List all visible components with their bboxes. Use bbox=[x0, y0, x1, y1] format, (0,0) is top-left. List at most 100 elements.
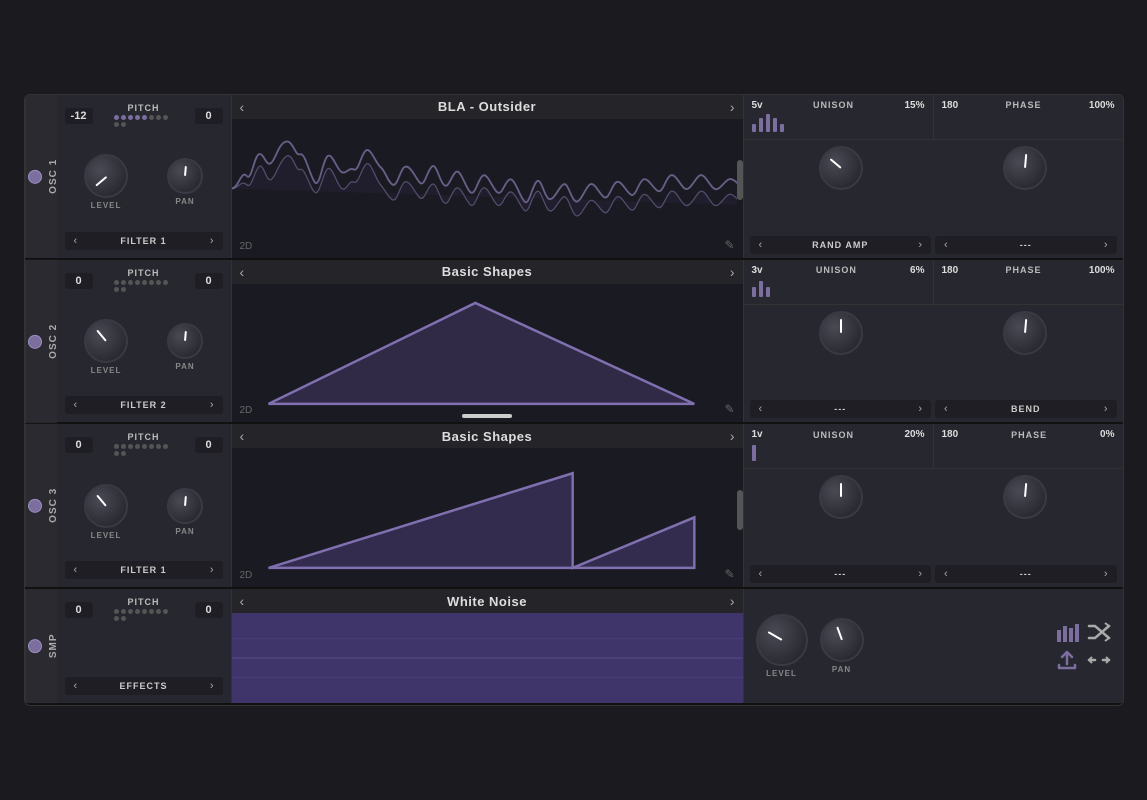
osc2-wave-canvas[interactable]: 2D ✎ bbox=[232, 284, 743, 423]
smp-pitch-left[interactable]: 0 bbox=[65, 602, 93, 618]
pitch-dot bbox=[114, 115, 119, 120]
osc3-unison-title: UNISON bbox=[813, 430, 854, 440]
osc1-phase-knob[interactable] bbox=[1003, 146, 1047, 190]
osc3-unison-knob1[interactable] bbox=[819, 475, 863, 519]
osc2-level-knob[interactable] bbox=[84, 319, 128, 363]
smp-wave-header: ‹ White Noise › bbox=[232, 589, 743, 613]
osc2-unison-title: UNISON bbox=[816, 265, 857, 275]
osc2-uf-prev[interactable]: ‹ bbox=[755, 403, 767, 415]
osc1-wave-prev[interactable]: ‹ bbox=[240, 99, 245, 115]
osc1-rf-prev[interactable]: ‹ bbox=[940, 239, 952, 251]
osc3-unison-section: 1v UNISON 20% bbox=[744, 424, 934, 468]
osc3-pitch-label: PITCH bbox=[93, 432, 195, 442]
pitch-dot bbox=[163, 280, 168, 285]
osc1-wave-edit-icon[interactable]: ✎ bbox=[724, 238, 734, 252]
osc3-rf-prev[interactable]: ‹ bbox=[940, 568, 952, 580]
voice-bar bbox=[780, 124, 784, 132]
osc1-filter-prev[interactable]: ‹ bbox=[70, 235, 82, 247]
smp-wave-canvas[interactable] bbox=[232, 613, 743, 703]
osc1-wave-header: ‹ BLA - Outsider › bbox=[232, 95, 743, 119]
osc3-level-knob[interactable] bbox=[84, 484, 128, 528]
osc2-rf-next[interactable]: › bbox=[1100, 403, 1112, 415]
osc3-pitch-right[interactable]: 0 bbox=[195, 437, 223, 453]
smp-export-icon[interactable] bbox=[1055, 650, 1079, 670]
pitch-dot bbox=[163, 609, 168, 614]
osc1-controls: -12 PITCH 0 bbox=[57, 95, 232, 258]
smp-filter-prev[interactable]: ‹ bbox=[70, 680, 82, 692]
osc1-rand-amp-knob[interactable] bbox=[819, 146, 863, 190]
pitch-dot bbox=[135, 444, 140, 449]
osc1-uf-prev[interactable]: ‹ bbox=[755, 239, 767, 251]
osc2-wave-prev[interactable]: ‹ bbox=[240, 264, 245, 280]
osc2-scroll-indicator bbox=[462, 414, 512, 418]
osc2-unison-knob1[interactable] bbox=[819, 311, 863, 355]
osc1-pan-knob-wrapper: PAN bbox=[167, 158, 203, 206]
osc3-pitch-left[interactable]: 0 bbox=[65, 437, 93, 453]
osc1-wave-next[interactable]: › bbox=[730, 99, 735, 115]
osc2-pan-knob[interactable] bbox=[167, 323, 203, 359]
osc1-rand-amp-label: RAND AMP bbox=[766, 240, 914, 250]
smp-filter-label: EFFECTS bbox=[81, 681, 206, 691]
pitch-dot bbox=[142, 609, 147, 614]
osc2-pitch-left[interactable]: 0 bbox=[65, 273, 93, 289]
osc3-wave-title: Basic Shapes bbox=[442, 429, 533, 444]
osc3-wave-canvas[interactable]: 2D ✎ bbox=[232, 448, 743, 587]
smp-wave-prev[interactable]: ‹ bbox=[240, 593, 245, 609]
osc2-unison-knob2[interactable] bbox=[1003, 311, 1047, 355]
osc3-phase-val: 180 bbox=[942, 429, 959, 440]
osc3-uf-prev[interactable]: ‹ bbox=[755, 568, 767, 580]
pitch-dot bbox=[121, 287, 126, 292]
osc2-wave-edit-icon[interactable]: ✎ bbox=[724, 402, 734, 416]
osc1-knobs-row: LEVEL PAN bbox=[65, 137, 223, 228]
osc1-rf-next[interactable]: › bbox=[1100, 239, 1112, 251]
osc1-voice-bars bbox=[752, 114, 925, 132]
osc3-unison-top: 1v UNISON 20% 180 PHASE 0% bbox=[744, 424, 1123, 469]
osc1-wave-canvas[interactable]: 2D ✎ bbox=[232, 119, 743, 258]
osc1-filter-next[interactable]: › bbox=[206, 235, 218, 247]
osc1-active-dot[interactable] bbox=[28, 169, 42, 183]
voice-bar bbox=[752, 287, 756, 297]
osc3-unison-filter-right: ‹ --- › bbox=[935, 565, 1117, 583]
osc2-uf-next[interactable]: › bbox=[914, 403, 926, 415]
smp-level-knob[interactable] bbox=[756, 614, 808, 666]
smp-pitch-right[interactable]: 0 bbox=[195, 602, 223, 618]
osc3-pan-knob[interactable] bbox=[167, 488, 203, 524]
voice-bar bbox=[766, 114, 770, 132]
osc3-filter-prev[interactable]: ‹ bbox=[70, 564, 82, 576]
osc2-unison-filter-left: ‹ --- › bbox=[750, 400, 932, 418]
smp-pan-knob[interactable] bbox=[820, 618, 864, 662]
osc3-active-dot[interactable] bbox=[28, 499, 42, 513]
osc2-active-dot[interactable] bbox=[28, 334, 42, 348]
osc2-filter-row: ‹ FILTER 2 › bbox=[65, 396, 223, 414]
osc3-filter-next[interactable]: › bbox=[206, 564, 218, 576]
smp-loop-icon[interactable] bbox=[1087, 650, 1111, 670]
osc2-rf-prev[interactable]: ‹ bbox=[940, 403, 952, 415]
osc3-wave-next[interactable]: › bbox=[730, 428, 735, 444]
osc3-unison-knob2[interactable] bbox=[1003, 475, 1047, 519]
smp-shuffle-icon[interactable] bbox=[1087, 622, 1111, 642]
pitch-dot bbox=[114, 616, 119, 621]
smp-active-dot[interactable] bbox=[28, 639, 42, 653]
smp-bars-icon[interactable] bbox=[1055, 622, 1079, 642]
osc2-filter-next[interactable]: › bbox=[206, 399, 218, 411]
osc2-pitch-right[interactable]: 0 bbox=[195, 273, 223, 289]
osc3-wave-prev[interactable]: ‹ bbox=[240, 428, 245, 444]
smp-filter-next[interactable]: › bbox=[206, 680, 218, 692]
osc3-uf-next[interactable]: › bbox=[914, 568, 926, 580]
osc1-pitch-left[interactable]: -12 bbox=[65, 108, 93, 124]
smp-row: SMP 0 PITCH bbox=[25, 589, 1123, 705]
osc3-rf-next[interactable]: › bbox=[1100, 568, 1112, 580]
smp-wave-next[interactable]: › bbox=[730, 593, 735, 609]
osc3-scrollbar[interactable] bbox=[737, 448, 743, 587]
osc1-pitch-right[interactable]: 0 bbox=[195, 108, 223, 124]
osc3-wave-edit-icon[interactable]: ✎ bbox=[724, 567, 734, 581]
osc3-phase-header: 180 PHASE 0% bbox=[942, 429, 1115, 440]
osc1-level-knob[interactable] bbox=[84, 154, 128, 198]
osc1-unison-pct: 15% bbox=[904, 100, 924, 111]
osc2-wave-next[interactable]: › bbox=[730, 264, 735, 280]
osc1-uf-next[interactable]: › bbox=[914, 239, 926, 251]
osc2-voice-bars bbox=[752, 279, 925, 297]
osc2-filter-prev[interactable]: ‹ bbox=[70, 399, 82, 411]
osc1-scrollbar[interactable] bbox=[737, 119, 743, 258]
osc1-pan-knob[interactable] bbox=[167, 158, 203, 194]
